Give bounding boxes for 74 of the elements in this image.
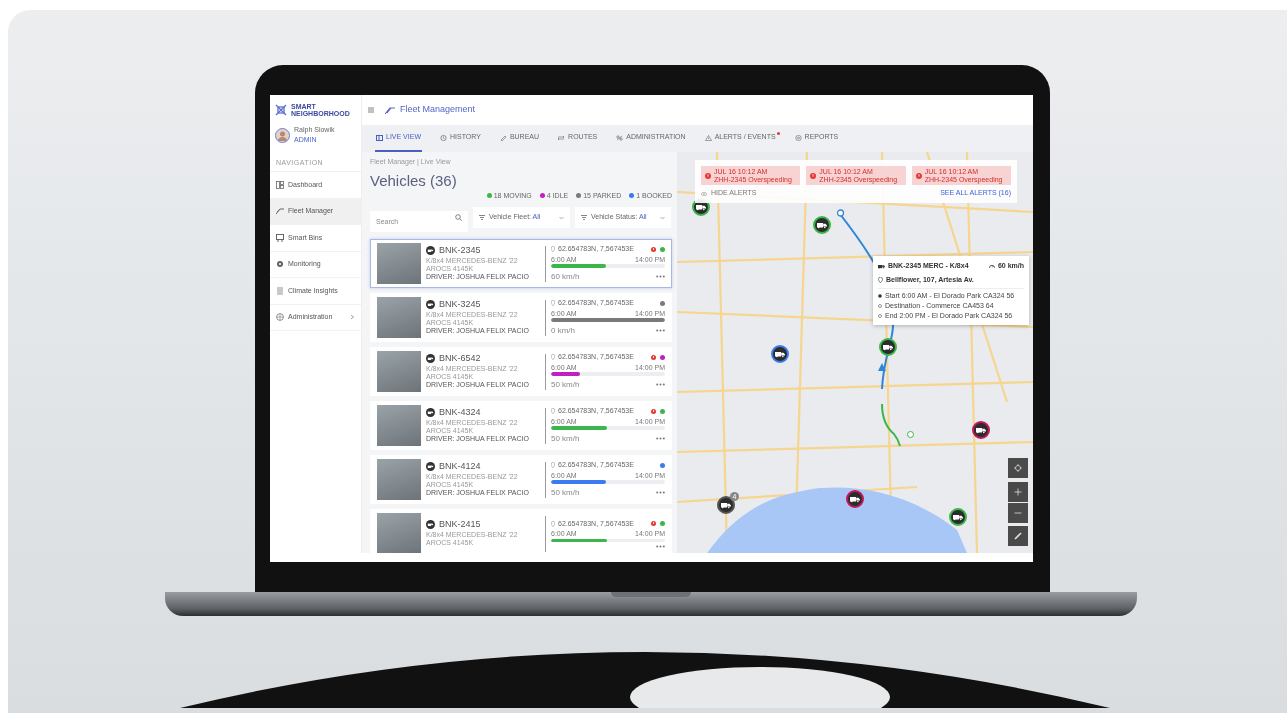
more-icon[interactable] bbox=[656, 275, 665, 279]
photo-placeholder bbox=[377, 297, 421, 338]
search-icon bbox=[455, 214, 462, 221]
globe-icon bbox=[276, 313, 284, 322]
bin-icon bbox=[276, 233, 284, 242]
pin-icon bbox=[551, 354, 555, 361]
vehicle-plate: BNK-4124 bbox=[439, 461, 481, 471]
truck-icon bbox=[817, 221, 827, 229]
more-icon[interactable] bbox=[656, 437, 665, 441]
fleet-icon bbox=[385, 106, 395, 114]
photo-placeholder bbox=[377, 351, 421, 392]
pin-icon bbox=[551, 462, 555, 469]
truck-icon bbox=[426, 245, 435, 255]
truck-icon bbox=[426, 407, 435, 417]
more-icon[interactable] bbox=[656, 491, 665, 495]
pin-icon bbox=[551, 300, 555, 307]
warning-icon bbox=[704, 134, 712, 141]
alert-icon bbox=[810, 172, 817, 179]
chevron-icon bbox=[660, 215, 665, 220]
pin-icon bbox=[551, 520, 555, 527]
zoom-out-icon[interactable] bbox=[1014, 509, 1022, 517]
truck-icon bbox=[850, 495, 860, 503]
clock-icon bbox=[440, 134, 447, 141]
filter-icon bbox=[581, 215, 587, 220]
pin-icon bbox=[551, 408, 555, 415]
logo-icon bbox=[275, 104, 287, 117]
vehicle-plate: BNK-4324 bbox=[439, 407, 481, 417]
vehicle-plate: BNK-2415 bbox=[439, 520, 481, 530]
vehicle-speed: 0 km/h bbox=[551, 324, 575, 337]
truck-icon bbox=[426, 520, 435, 530]
vehicle-plate: BNK-2345 bbox=[439, 245, 481, 255]
photo-placeholder bbox=[377, 459, 421, 500]
vehicle-speed: 50 km/h bbox=[551, 432, 580, 445]
pin-icon bbox=[551, 246, 555, 253]
truck-icon bbox=[426, 353, 435, 363]
truck-icon bbox=[976, 426, 986, 434]
pen-icon bbox=[499, 134, 507, 141]
photo-placeholder bbox=[377, 243, 421, 284]
fleet-icon bbox=[276, 207, 284, 216]
speedometer-icon bbox=[988, 264, 995, 269]
truck-icon bbox=[721, 501, 731, 509]
avatar-icon bbox=[275, 127, 290, 143]
truck-icon bbox=[953, 513, 963, 521]
photo-placeholder bbox=[377, 513, 421, 553]
vehicle-plate: BNK-3245 bbox=[439, 299, 481, 309]
truck-icon bbox=[696, 203, 706, 211]
page-header-title: Fleet Management bbox=[400, 103, 476, 117]
truck-icon bbox=[426, 461, 435, 471]
eye-icon bbox=[701, 191, 707, 196]
truck-icon bbox=[426, 299, 435, 309]
more-icon[interactable] bbox=[656, 329, 665, 333]
more-icon[interactable] bbox=[656, 383, 665, 387]
alert-icon bbox=[915, 172, 922, 179]
more-icon[interactable] bbox=[656, 545, 665, 549]
ruler-icon[interactable] bbox=[1014, 532, 1022, 540]
truck-icon bbox=[878, 263, 885, 269]
photo-placeholder bbox=[377, 405, 421, 446]
truck-icon bbox=[775, 350, 785, 358]
vehicle-speed: 60 km/h bbox=[551, 270, 580, 283]
vehicle-speed: 50 km/h bbox=[551, 486, 580, 499]
page-title: Vehicles (36) bbox=[370, 172, 458, 188]
chevron-icon bbox=[559, 215, 564, 220]
panel-icon bbox=[376, 134, 383, 141]
filter-icon bbox=[479, 215, 485, 220]
pin-icon bbox=[878, 276, 883, 283]
locate-icon[interactable] bbox=[1014, 464, 1022, 472]
alert-icon bbox=[705, 172, 711, 179]
truck-icon bbox=[883, 343, 893, 351]
gear-icon bbox=[276, 260, 284, 269]
vehicle-plate: BNK-6542 bbox=[439, 353, 481, 363]
vehicle-speed: 50 km/h bbox=[551, 378, 580, 391]
dashboard-icon bbox=[276, 180, 284, 189]
zoom-in-icon[interactable] bbox=[1014, 488, 1022, 496]
route-end-marker bbox=[907, 431, 914, 438]
